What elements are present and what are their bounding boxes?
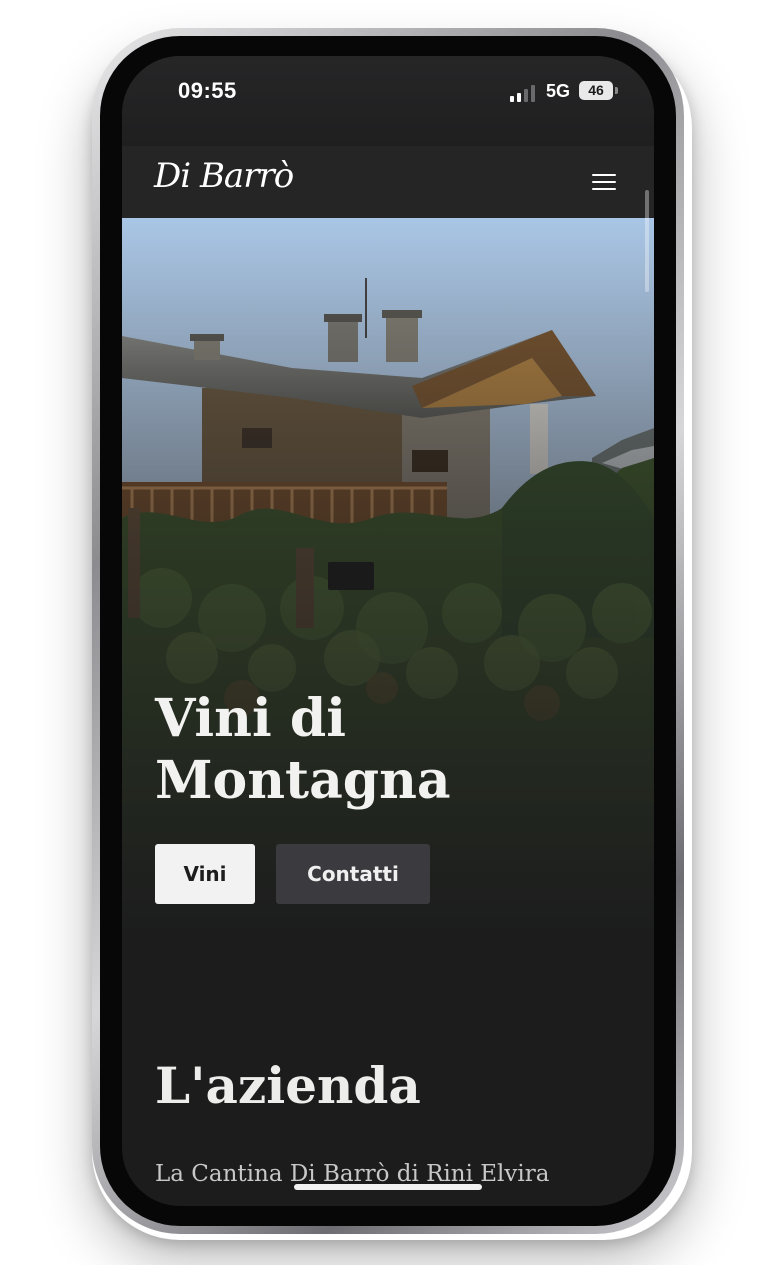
home-indicator[interactable] [294, 1184, 482, 1190]
hamburger-menu-icon[interactable] [590, 170, 618, 194]
status-time: 09:55 [178, 78, 237, 103]
site-logo[interactable]: Di Barrò [154, 156, 294, 196]
battery-icon: 46 [579, 81, 613, 100]
hero-title: Vini di Montagna [155, 688, 451, 811]
battery-tip [615, 87, 618, 94]
hero-image [122, 218, 654, 938]
about-section-title: L'azienda [155, 1056, 421, 1115]
page-scrollbar[interactable] [645, 190, 649, 292]
vini-button[interactable]: Vini [155, 844, 255, 904]
contatti-button[interactable]: Contatti [276, 844, 430, 904]
phone-screen: 09:55 5G 46 Di Barrò Vini di Montagna Vi… [122, 56, 654, 1206]
status-bar: 09:55 5G 46 [122, 56, 654, 146]
hero-section: Vini di Montagna Vini Contatti [122, 218, 654, 938]
device-mockup: 09:55 5G 46 Di Barrò Vini di Montagna Vi… [0, 0, 776, 1265]
site-navbar: Di Barrò [122, 146, 654, 218]
network-type: 5G [546, 81, 571, 101]
cellular-signal-icon [510, 84, 538, 102]
